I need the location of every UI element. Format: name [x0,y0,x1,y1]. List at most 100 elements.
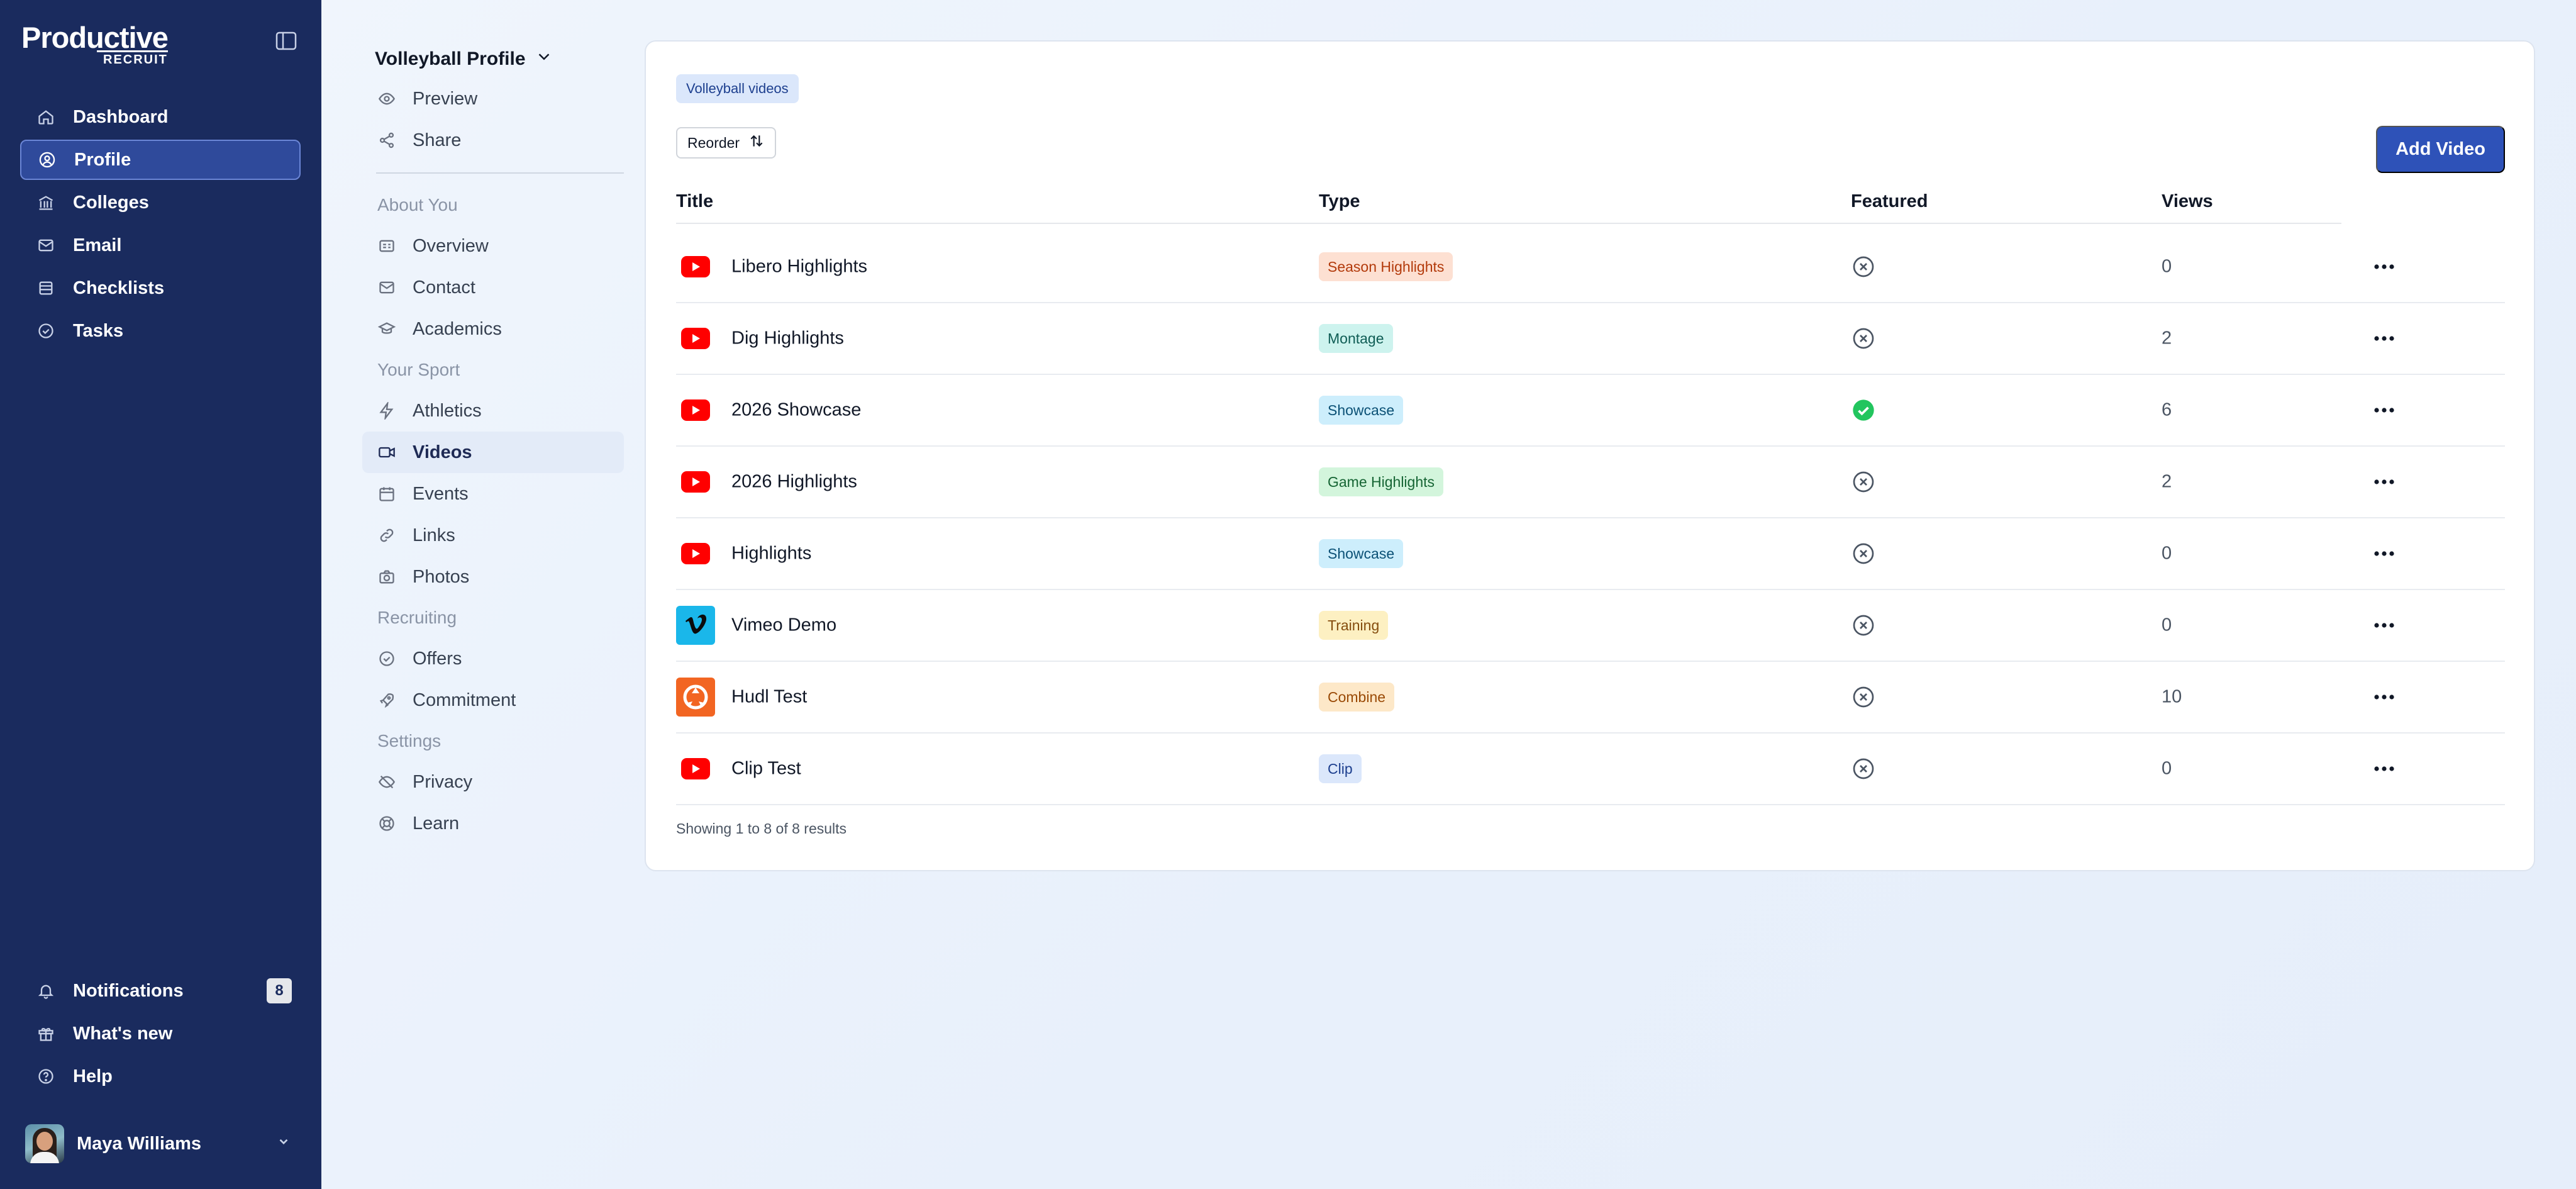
subnav-item-photos[interactable]: Photos [362,556,624,598]
not-featured-x-icon[interactable] [1851,613,1876,638]
column-header-title[interactable]: Title [676,191,713,212]
youtube-icon [676,391,715,430]
views-count: 0 [2162,758,2172,779]
more-actions-icon[interactable] [2372,547,2397,560]
not-featured-x-icon[interactable] [1851,756,1876,781]
views-count: 0 [2162,615,2172,635]
sidebar-item-label: Help [73,1066,113,1086]
camera-icon [377,567,396,586]
sort-arrows-icon [740,133,765,153]
subnav-label: Links [413,525,455,545]
home-icon [36,108,55,126]
subnav-item-events[interactable]: Events [362,473,624,515]
subnav-item-privacy[interactable]: Privacy [362,761,624,803]
subnav-item-overview[interactable]: Overview [362,225,624,267]
sidebar-item-whats-new[interactable]: What's new [20,1013,301,1054]
sidebar-item-notifications[interactable]: Notifications 8 [20,971,301,1011]
more-actions-icon[interactable] [2372,260,2397,273]
subnav-item-athletics[interactable]: Athletics [362,390,624,432]
more-actions-icon[interactable] [2372,619,2397,632]
not-featured-x-icon[interactable] [1851,684,1876,710]
sidebar-item-checklists[interactable]: Checklists [20,268,301,308]
table-row[interactable]: Vimeo Demo Training 0 [676,590,2505,662]
subnav-item-academics[interactable]: Academics [362,308,624,350]
table-row[interactable]: Highlights Showcase 0 [676,518,2505,590]
subnav-item-links[interactable]: Links [362,515,624,556]
hudl-icon [676,678,715,717]
profile-select[interactable]: Volleyball Profile [362,40,624,78]
subnav-item-learn[interactable]: Learn [362,803,624,844]
table-row[interactable]: Dig Highlights Montage 2 [676,303,2505,375]
subnav-item-videos[interactable]: Videos [362,432,624,473]
column-header-type[interactable]: Type [1319,191,1360,212]
type-badge: Showcase [1319,539,1404,568]
id-card-icon [377,237,396,255]
subnav-item-preview[interactable]: Preview [362,78,624,120]
subnav-section-recruiting: Recruiting [377,608,457,627]
more-actions-icon[interactable] [2372,762,2397,775]
video-title[interactable]: Dig Highlights [731,328,844,349]
views-count: 0 [2162,543,2172,564]
column-header-views[interactable]: Views [2162,191,2213,212]
views-count: 10 [2162,686,2182,707]
table-header: Title Type Featured Views [676,186,2341,224]
reorder-button[interactable]: Reorder [676,127,777,159]
not-featured-x-icon[interactable] [1851,254,1876,279]
featured-check-icon[interactable] [1851,398,1876,423]
subnav-item-commitment[interactable]: Commitment [362,679,624,721]
subnav-item-share[interactable]: Share [362,120,624,161]
sidebar-item-email[interactable]: Email [20,225,301,265]
app-logo[interactable]: Productive RECRUIT [21,21,169,67]
table-row[interactable]: Clip Test Clip 0 [676,734,2505,805]
video-title[interactable]: Clip Test [731,759,801,779]
youtube-icon [676,749,715,788]
more-actions-icon[interactable] [2372,691,2397,703]
table-row[interactable]: 2026 Highlights Game Highlights 2 [676,447,2505,518]
more-actions-icon[interactable] [2372,476,2397,488]
subnav-label: Photos [413,566,470,587]
profile-select-label: Volleyball Profile [375,48,526,69]
video-title[interactable]: 2026 Highlights [731,472,857,493]
not-featured-x-icon[interactable] [1851,326,1876,351]
more-actions-icon[interactable] [2372,332,2397,345]
sidebar-item-label: Profile [74,149,131,170]
sidebar-item-tasks[interactable]: Tasks [20,311,301,351]
sidebar-item-profile[interactable]: Profile [20,140,301,180]
sidebar-item-dashboard[interactable]: Dashboard [20,97,301,137]
sidebar-item-colleges[interactable]: Colleges [20,182,301,223]
sidebar-item-label: What's new [73,1023,173,1044]
video-title[interactable]: Vimeo Demo [731,615,836,636]
table-row[interactable]: Hudl Test Combine 10 [676,662,2505,734]
video-title[interactable]: Highlights [731,544,811,564]
table-row[interactable]: 2026 Showcase Showcase 6 [676,375,2505,447]
sidebar-toggle-icon[interactable] [275,31,297,50]
check-circle-icon [36,321,55,340]
check-circle-icon [377,649,396,668]
sidebar-item-help[interactable]: Help [20,1056,301,1097]
gift-icon [36,1024,55,1043]
column-header-featured[interactable]: Featured [1851,191,1928,212]
video-title[interactable]: Hudl Test [731,687,807,708]
subnav-label: Offers [413,648,462,669]
subnav-label: Athletics [413,400,482,421]
user-menu[interactable]: Maya Williams [25,1123,296,1164]
add-video-button[interactable]: Add Video [2376,126,2505,173]
mail-icon [36,236,55,255]
video-title[interactable]: 2026 Showcase [731,400,861,421]
results-summary: Showing 1 to 8 of 8 results [676,820,847,837]
subnav-item-contact[interactable]: Contact [362,267,624,308]
lifebuoy-icon [377,814,396,833]
sidebar-item-label: Notifications [73,980,184,1001]
subnav-label: Commitment [413,689,516,710]
subnav-item-offers[interactable]: Offers [362,638,624,679]
subnav-section-about: About You [377,195,458,215]
table-row[interactable]: Libero Highlights Season Highlights 0 [676,232,2505,303]
not-featured-x-icon[interactable] [1851,541,1876,566]
subnav-label: Overview [413,235,489,256]
video-title[interactable]: Libero Highlights [731,257,867,277]
type-badge: Training [1319,611,1389,640]
subnav-divider [376,172,624,174]
more-actions-icon[interactable] [2372,404,2397,416]
not-featured-x-icon[interactable] [1851,469,1876,494]
type-badge: Montage [1319,324,1393,353]
